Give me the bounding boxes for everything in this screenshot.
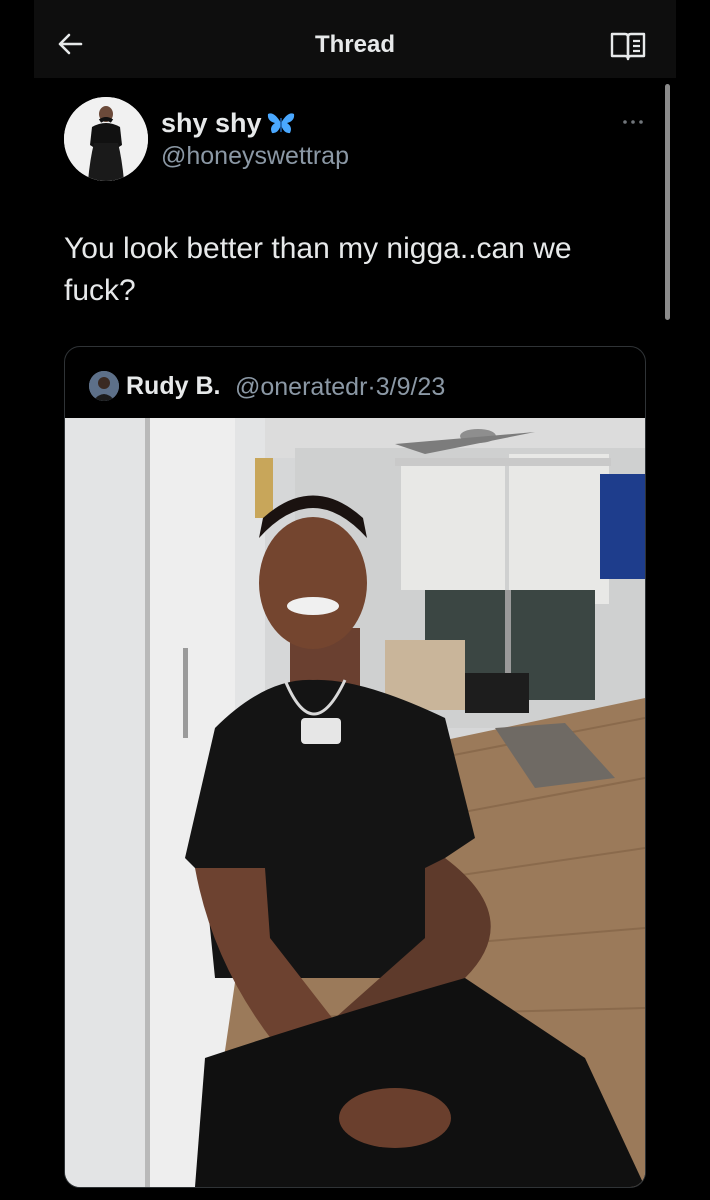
quoted-author-handle-date: @oneratedr·3/9/23 bbox=[235, 373, 446, 401]
more-dots-icon[interactable] bbox=[620, 112, 646, 132]
butterfly-icon bbox=[266, 110, 296, 136]
quoted-author-avatar bbox=[89, 371, 119, 401]
tweet-text: You look better than my nigga..can we fu… bbox=[64, 232, 572, 307]
scrollbar[interactable] bbox=[665, 84, 670, 320]
author-handle[interactable]: @honeyswettrap bbox=[161, 142, 349, 171]
author-name[interactable]: shy shy bbox=[161, 108, 262, 139]
quoted-tweet-photo[interactable] bbox=[65, 418, 645, 1187]
page-title: Thread bbox=[314, 31, 395, 58]
reader-mode-icon[interactable] bbox=[609, 30, 647, 62]
avatar[interactable] bbox=[64, 97, 148, 181]
quoted-tweet-header: Rudy B. @oneratedr·3/9/23 bbox=[65, 347, 645, 417]
quoted-author-name: Rudy B. bbox=[126, 372, 221, 400]
top-bar: Thread bbox=[34, 0, 676, 78]
quoted-tweet-card[interactable]: Rudy B. @oneratedr·3/9/23 bbox=[64, 346, 646, 1188]
